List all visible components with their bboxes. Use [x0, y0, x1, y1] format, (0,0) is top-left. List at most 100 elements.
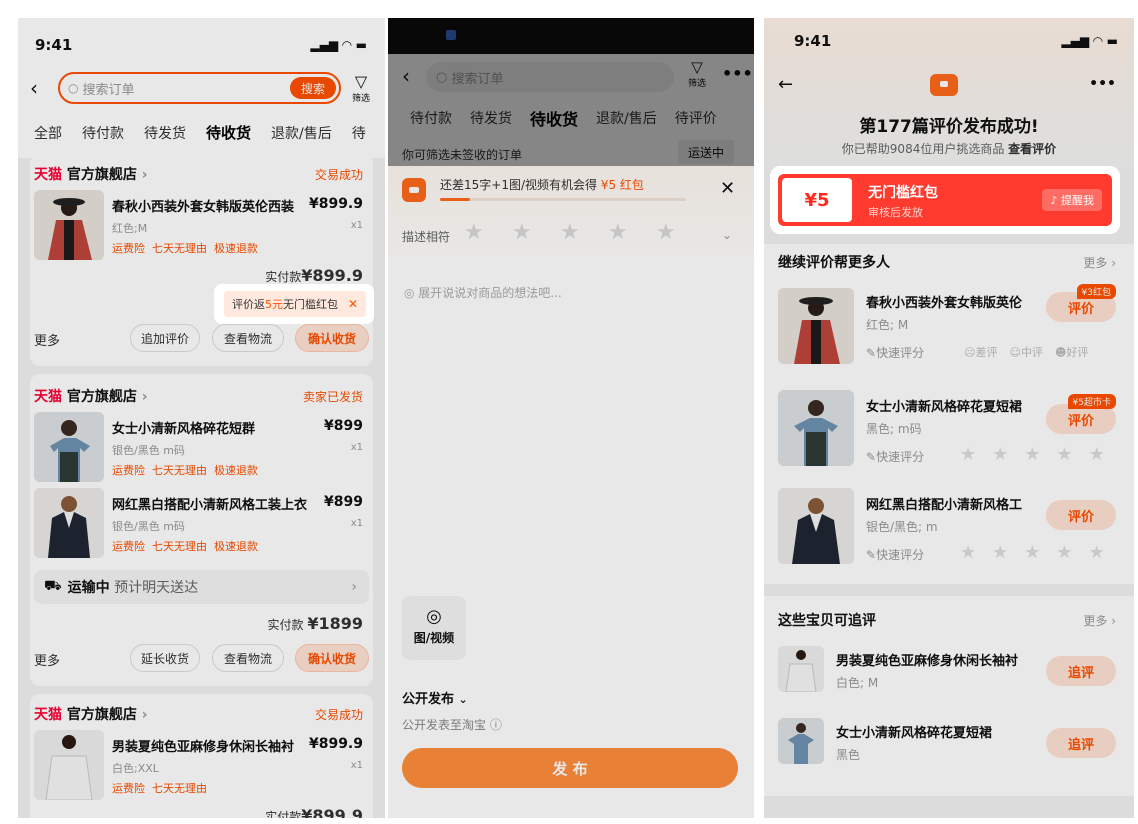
section-title: 继续评价帮更多人: [778, 255, 890, 271]
pen-icon: ✎: [866, 450, 877, 464]
product-title[interactable]: 男装夏纯色亚麻修身休闲长袖衬: [112, 736, 294, 755]
publish-note: 公开发表至淘宝 ⓘ: [402, 718, 502, 732]
product-image[interactable]: [34, 190, 104, 260]
extend-receipt-button[interactable]: 延长收货: [130, 644, 200, 672]
good-rating-button[interactable]: ☻好评: [1055, 344, 1088, 360]
filter-icon: ▽: [354, 72, 368, 91]
tab-pending-ship[interactable]: 待发货: [144, 123, 186, 143]
service-tags: 运费险 七天无理由 极速退款: [112, 464, 258, 477]
back-arrow-icon[interactable]: ←: [778, 74, 793, 95]
product-title[interactable]: 女士小清新风格碎花短群: [112, 418, 255, 437]
star-rating[interactable]: ★ ★ ★ ★ ★: [464, 222, 704, 244]
review-textarea[interactable]: ◎ 展开说说对商品的想法吧...: [404, 284, 562, 301]
order-status: 交易成功: [314, 168, 363, 182]
more-link[interactable]: 更多 ›: [1083, 612, 1116, 629]
publish-button[interactable]: 发 布: [402, 748, 738, 788]
review-button[interactable]: 评价: [1046, 500, 1116, 530]
product-image[interactable]: [34, 730, 104, 800]
view-logistics-button[interactable]: 查看物流: [212, 324, 284, 352]
product-sku: 银色/黑色 m码: [112, 444, 185, 457]
chevron-right-icon: ›: [141, 167, 148, 183]
help-icon[interactable]: ⓘ: [490, 718, 502, 732]
product-sku: 红色; M: [866, 318, 909, 332]
publish-mode-select[interactable]: 公开发布 ⌄: [402, 688, 468, 707]
quick-rate-label: ✎快速评分: [866, 450, 925, 464]
product-image[interactable]: [778, 488, 854, 564]
product-image[interactable]: [34, 412, 104, 482]
quick-star-rating[interactable]: ★ ★ ★ ★ ★: [960, 444, 1121, 465]
follow-up-section: 这些宝贝可追评 更多 › 男装夏纯色亚麻修身休闲长袖衬 白色; M 追评 女士小…: [764, 596, 1134, 796]
product-price: ¥899.9: [308, 196, 363, 212]
more-icon[interactable]: •••: [1089, 76, 1116, 92]
product-title[interactable]: 春秋小西装外套女韩版英伦西装: [112, 196, 294, 215]
order-card[interactable]: 天猫 官方旗舰店 › 交易成功 男装夏纯色亚麻修身休闲长袖衬 ¥899.9 白色…: [30, 694, 373, 818]
view-review-link[interactable]: 查看评价: [1008, 142, 1056, 156]
tab-pending-receive[interactable]: 待收货: [206, 122, 251, 143]
tab-pending-review[interactable]: 待: [352, 123, 366, 143]
close-icon[interactable]: ✕: [348, 297, 358, 311]
shop-name[interactable]: 官方旗舰店: [67, 389, 137, 405]
bad-rating-button[interactable]: ☹差评: [964, 344, 997, 360]
tmall-logo: 天猫: [34, 389, 62, 405]
neutral-rating-button[interactable]: ☺中评: [1009, 344, 1042, 360]
quick-rate-label: ✎快速评分: [866, 346, 925, 360]
red-packet-icon: [402, 178, 426, 202]
back-icon[interactable]: ‹: [30, 76, 38, 100]
shop-name[interactable]: 官方旗舰店: [67, 707, 137, 723]
coupon-card[interactable]: ¥5 无门槛红包 审核后发放 ♪ 提醒我: [778, 174, 1112, 226]
more-link[interactable]: 更多 ›: [1083, 254, 1116, 271]
reward-progress-text: 还差15字+1图/视频有机会得 ¥5 红包: [440, 178, 644, 192]
shipping-status[interactable]: ⛟ 运输中 预计明天送达 ›: [34, 570, 369, 604]
product-qty: x1: [350, 518, 363, 529]
product-sku: 银色/黑色; m: [866, 520, 938, 534]
search-input[interactable]: ○ 搜索订单 搜索: [58, 72, 341, 104]
review-reward-tip[interactable]: 评价返 5元 无门槛红包 ✕: [214, 284, 374, 324]
product-sku: 黑色; m码: [866, 422, 922, 436]
confirm-receipt-button[interactable]: 确认收货: [295, 644, 369, 672]
shop-name[interactable]: 官方旗舰店: [67, 167, 137, 183]
paid-amount: 实付款¥899.9: [265, 806, 363, 818]
product-title[interactable]: 春秋小西装外套女韩版英伦: [866, 292, 1022, 311]
remind-me-button[interactable]: ♪ 提醒我: [1042, 189, 1102, 211]
reward-progress-bar: [440, 198, 686, 201]
product-image[interactable]: [778, 390, 854, 466]
product-title[interactable]: 女士小清新风格碎花夏短裙: [836, 722, 992, 741]
follow-up-review-button[interactable]: 追评: [1046, 656, 1116, 686]
confirm-receipt-button[interactable]: 确认收货: [295, 324, 369, 352]
quick-rate-label: ✎快速评分: [866, 548, 925, 562]
filter-button[interactable]: ▽ 筛选: [352, 72, 370, 104]
chevron-down-icon[interactable]: ⌄: [722, 228, 732, 242]
order-card[interactable]: 天猫 官方旗舰店 › 交易成功 春秋小西装外套女韩版英伦西装 ¥899.9 红色…: [30, 154, 373, 366]
order-card[interactable]: 天猫 官方旗舰店 › 卖家已发货 女士小清新风格碎花短群 ¥899 银色/黑色 …: [30, 374, 373, 686]
close-icon[interactable]: ✕: [720, 178, 735, 199]
product-title[interactable]: 男装夏纯色亚麻修身休闲长袖衬: [836, 650, 1018, 669]
product-image[interactable]: [778, 646, 824, 692]
product-title[interactable]: 女士小清新风格碎花夏短裙: [866, 396, 1022, 415]
tmall-logo: 天猫: [34, 167, 62, 183]
add-review-button[interactable]: 追加评价: [130, 324, 200, 352]
product-title[interactable]: 网红黑白搭配小清新风格工装上衣: [112, 494, 307, 513]
coupon-highlight: ¥5 无门槛红包 审核后发放 ♪ 提醒我: [770, 166, 1120, 234]
view-logistics-button[interactable]: 查看物流: [212, 644, 284, 672]
product-image[interactable]: [34, 488, 104, 558]
tmall-logo: 天猫: [34, 707, 62, 723]
modal-overlay[interactable]: [388, 18, 754, 166]
more-link[interactable]: 更多: [34, 650, 60, 669]
tab-pending-pay[interactable]: 待付款: [82, 123, 124, 143]
follow-up-review-button[interactable]: 追评: [1046, 728, 1116, 758]
search-button[interactable]: 搜索: [290, 77, 336, 99]
chevron-down-icon: ⌄: [458, 693, 468, 706]
service-tags: 运费险 七天无理由: [112, 782, 207, 795]
product-title[interactable]: 网红黑白搭配小清新风格工: [866, 494, 1022, 513]
order-tabs: 全部 待付款 待发货 待收货 退款/售后 待: [34, 122, 366, 143]
service-tags: 运费险 七天无理由 极速退款: [112, 540, 258, 553]
product-image[interactable]: [778, 718, 824, 764]
tab-refund[interactable]: 退款/售后: [271, 123, 332, 143]
filter-label: 筛选: [352, 94, 371, 104]
product-sku: 白色; M: [836, 676, 879, 690]
tab-all[interactable]: 全部: [34, 123, 62, 143]
product-image[interactable]: [778, 288, 854, 364]
more-link[interactable]: 更多: [34, 330, 60, 349]
add-media-button[interactable]: ◎ 图/视频: [402, 596, 466, 660]
quick-star-rating[interactable]: ★ ★ ★ ★ ★: [960, 542, 1121, 563]
